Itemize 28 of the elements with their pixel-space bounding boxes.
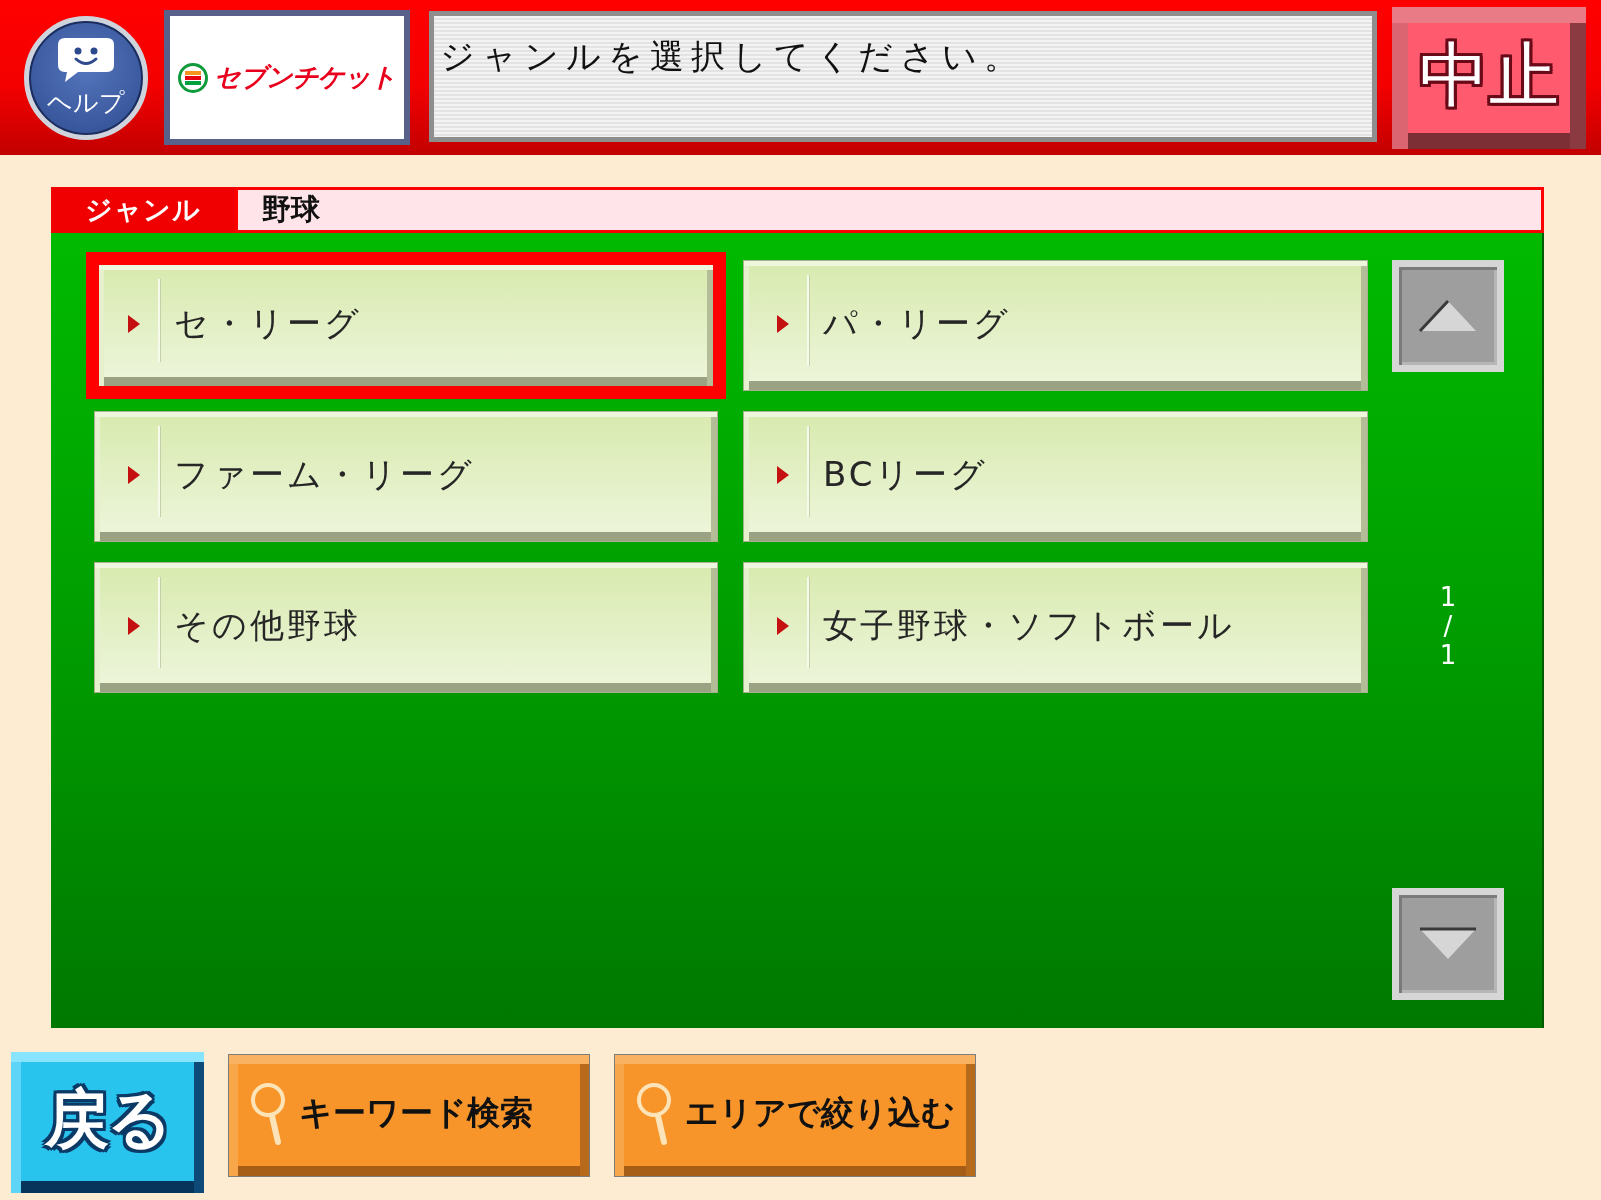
search-button[interactable]: エリアで絞り込む bbox=[614, 1054, 976, 1177]
genre-value: 野球 bbox=[235, 187, 1544, 233]
genre-button[interactable]: ファーム・リーグ bbox=[94, 411, 718, 542]
total-pages: 1 bbox=[1439, 640, 1457, 670]
current-page: 1 bbox=[1439, 582, 1457, 612]
genre-button[interactable]: パ・リーグ bbox=[743, 260, 1368, 391]
scroll-up-button[interactable] bbox=[1392, 260, 1504, 372]
triangle-icon bbox=[128, 616, 140, 635]
genre-button[interactable]: BCリーグ bbox=[743, 411, 1368, 542]
genre-label: ジャンル bbox=[51, 187, 235, 233]
instruction-text: ジャンルを選択してください。 bbox=[440, 36, 1025, 76]
triangle-icon bbox=[128, 314, 140, 333]
scroll-down-button[interactable] bbox=[1392, 888, 1504, 1000]
logo-badge-icon bbox=[178, 62, 208, 93]
down-arrow-icon bbox=[1418, 927, 1478, 961]
help-button[interactable]: ヘルプ bbox=[24, 15, 148, 140]
genre-button[interactable]: セ・リーグ bbox=[86, 252, 726, 399]
search-button[interactable]: キーワード検索 bbox=[228, 1054, 590, 1177]
logo-text: セブンチケット bbox=[214, 61, 396, 94]
genre-button[interactable]: 女子野球・ソフトボール bbox=[743, 562, 1368, 693]
page-separator: / bbox=[1443, 611, 1453, 641]
triangle-icon bbox=[128, 465, 140, 484]
chat-face-icon bbox=[56, 36, 116, 84]
up-arrow-icon bbox=[1418, 299, 1478, 333]
triangle-icon bbox=[777, 465, 789, 484]
genre-button[interactable]: その他野球 bbox=[94, 562, 718, 693]
triangle-icon bbox=[777, 314, 789, 333]
triangle-icon bbox=[777, 616, 789, 635]
